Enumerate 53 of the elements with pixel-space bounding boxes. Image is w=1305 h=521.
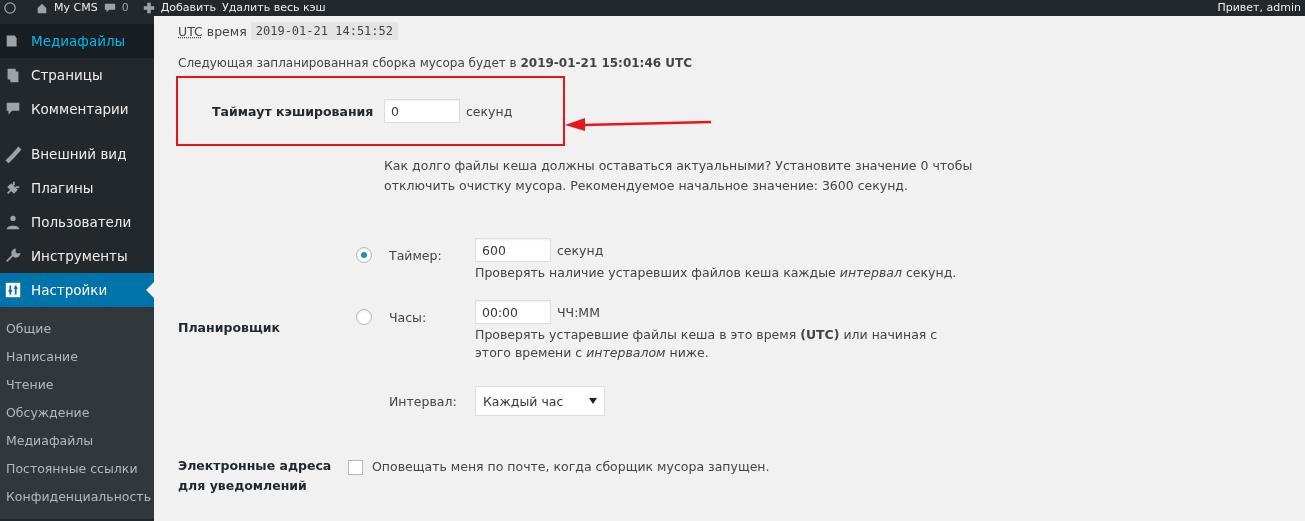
- sidebar-item[interactable]: Страницы: [0, 58, 154, 92]
- submenu-item[interactable]: Написание: [0, 343, 154, 371]
- option-input[interactable]: 00:00: [475, 300, 551, 324]
- checkbox[interactable]: [348, 460, 363, 475]
- sidebar-item[interactable]: Инструменты: [0, 239, 154, 273]
- submenu-item[interactable]: Медиафайлы: [0, 427, 154, 455]
- sidebar-item[interactable]: Медиафайлы: [0, 24, 154, 58]
- sidebar-item[interactable]: Комментарии: [0, 92, 154, 126]
- site-name[interactable]: My CMS: [54, 0, 98, 16]
- unit-label: ЧЧ:ММ: [557, 304, 600, 320]
- sidebar-item[interactable]: Внешний вид: [0, 137, 154, 171]
- submenu-item[interactable]: Конфиденциальность: [0, 483, 154, 511]
- user-icon: [4, 213, 22, 231]
- option-description: Проверять наличие устаревших файлов кеша каждые интервал секунд.: [475, 264, 958, 282]
- option-label: Таймер:: [389, 248, 443, 263]
- submenu-item[interactable]: Общие: [0, 315, 154, 343]
- time-label: время: [206, 23, 247, 39]
- home-icon[interactable]: [36, 2, 48, 14]
- comment-icon[interactable]: [103, 2, 116, 14]
- brush-icon: [4, 145, 22, 163]
- checkbox-label: Оповещать меня по почте, когда сборщик мусора запущен.: [372, 459, 770, 474]
- option-description: Проверять устаревшие файлы кеша в это время (UTC) или начиная с этого времени с интервалом ниже.: [475, 326, 939, 362]
- comment-count[interactable]: 0: [121, 0, 129, 16]
- interval-select[interactable]: Каждый час: [475, 386, 605, 416]
- option-input[interactable]: 600: [475, 238, 551, 262]
- timeout-description: Как долго файлы кеша должны оставаться актуальными? Установите значение 0 чтобы отключить очистку мусора. Рекомендуемое начальное значение: 3600 секунд.: [384, 157, 974, 195]
- next-gc-text: Следующая запланированная сборка мусора будет в 2019-01-21 15:01:46 UTC: [178, 56, 693, 70]
- submenu-item[interactable]: Чтение: [0, 371, 154, 399]
- notify-label: Электронные адреса для уведомлений: [178, 457, 333, 495]
- scheduler-label: Планировщик: [178, 319, 281, 335]
- add-new-link[interactable]: Добавить: [160, 0, 217, 16]
- radio-button[interactable]: [356, 247, 372, 263]
- plug-icon: [4, 179, 22, 197]
- greeting-link[interactable]: Привет, admin: [1217, 0, 1305, 16]
- unit-label: секунд: [557, 242, 604, 258]
- radio-button[interactable]: [356, 309, 372, 325]
- sliders-icon: [4, 281, 22, 299]
- plus-icon[interactable]: [142, 2, 155, 14]
- caret-icon: [589, 398, 597, 404]
- sidebar-item[interactable]: Пользователи: [0, 205, 154, 239]
- interval-label: Интервал:: [389, 393, 458, 409]
- unit-label: секунд: [466, 103, 513, 119]
- sidebar-item[interactable]: Настройки: [0, 273, 154, 307]
- sidebar-item[interactable]: Плагины: [0, 171, 154, 205]
- clear-cache-link[interactable]: Удалить весь кэш: [222, 0, 326, 16]
- utc-label: UTC: [178, 23, 203, 39]
- option-label: Часы:: [389, 310, 428, 325]
- timeout-input[interactable]: 0: [384, 99, 460, 123]
- submenu-item[interactable]: Постоянные ссылки: [0, 455, 154, 483]
- timeout-label: Таймаут кэширования: [212, 103, 375, 119]
- utc-time-value: 2019-01-21 14:51:52: [250, 22, 398, 40]
- wrench-icon: [4, 247, 22, 265]
- submenu-item[interactable]: Обсуждение: [0, 399, 154, 427]
